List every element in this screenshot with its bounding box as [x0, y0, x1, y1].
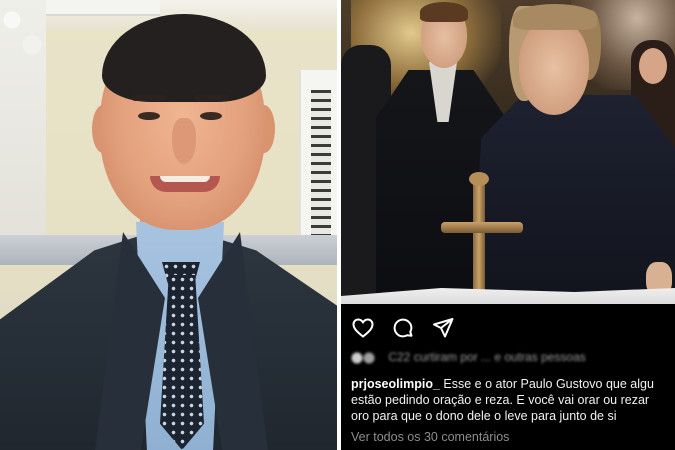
post-image: [341, 0, 675, 304]
caption-username[interactable]: prjoseolimpio_: [351, 377, 440, 391]
liker-avatars: [351, 351, 385, 364]
nose: [172, 118, 196, 164]
crucifix-crossbar: [441, 222, 523, 233]
smile: [150, 176, 220, 192]
man-portrait-photo: [0, 0, 337, 450]
man-hair: [420, 2, 468, 22]
eyebrow-left: [132, 95, 166, 101]
post-caption: prjoseolimpio_ Esse e o ator Paulo Gusto…: [351, 376, 673, 424]
crucifix-top: [469, 172, 489, 186]
photo-collage: C22 curtiram por ... e outras pessoas pr…: [0, 0, 675, 450]
comment-icon[interactable]: [391, 316, 415, 340]
actor-face: [519, 20, 589, 115]
likes-summary-blurred: C22 curtiram por ... e outras pessoas: [351, 350, 671, 364]
view-comments-link[interactable]: Ver todos os 30 comentários: [351, 430, 509, 444]
actor-dark-suit: [471, 95, 675, 304]
actor-hair-top: [513, 4, 597, 30]
decorative-wall: [0, 0, 46, 260]
crucifix-icon: [473, 178, 485, 304]
eyebrow-right: [195, 95, 229, 101]
caption-line-3: oro para que o dono dele o leve para jun…: [351, 409, 617, 423]
likes-text: C22 curtiram por ... e outras pessoas: [388, 350, 586, 364]
heart-icon[interactable]: [351, 316, 375, 340]
window: [298, 70, 337, 260]
caption-line-2: estão pedindo oração e reza. E você vai …: [351, 393, 650, 407]
instagram-post-screenshot: C22 curtiram por ... e outras pessoas pr…: [341, 0, 675, 450]
post-actions: [351, 316, 455, 342]
air-conditioner: [40, 0, 160, 16]
eye-right: [200, 112, 222, 120]
eye-left: [138, 112, 160, 120]
share-icon[interactable]: [431, 316, 455, 340]
instagram-action-area: C22 curtiram por ... e outras pessoas pr…: [341, 304, 675, 450]
caption-line-1: Esse e o ator Paulo Gustovo que algu: [439, 377, 654, 391]
background-face-right: [639, 48, 667, 84]
